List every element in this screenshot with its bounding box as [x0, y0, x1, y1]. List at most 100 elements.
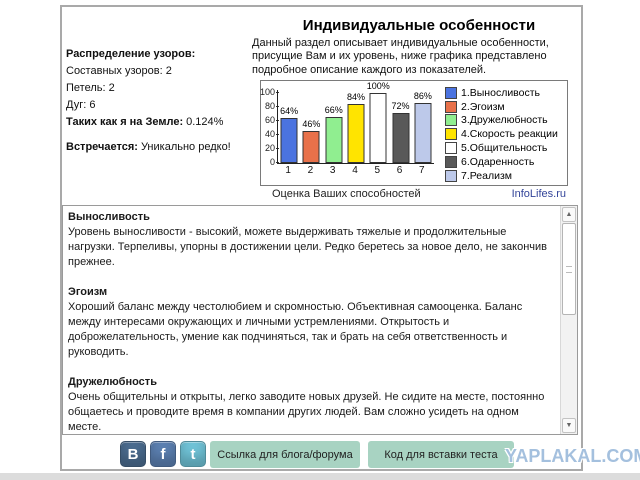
chart-caption-row: Оценка Ваших способностей InfoLifes.ru: [260, 188, 566, 200]
legend-label: 1.Выносливость: [461, 87, 540, 99]
legend-swatch: [445, 114, 457, 126]
result-paragraph: ВыносливостьУровень выносливости - высок…: [68, 210, 553, 270]
bottom-strip: [0, 473, 640, 480]
stat-composite-patterns: Составных узоров: 2: [66, 65, 252, 78]
chart-bar: [303, 131, 320, 163]
chart-caption: Оценка Ваших способностей: [260, 188, 421, 200]
stat-loops: Петель: 2: [66, 82, 252, 95]
result-heading: Выносливость: [68, 210, 553, 225]
chart-bar-column: 86%: [412, 90, 434, 163]
result-paragraph: ЭгоизмХороший баланс между честолюбием и…: [68, 285, 553, 360]
embed-code-button[interactable]: Код для вставки теста: [368, 441, 514, 468]
chart-bar: [325, 117, 342, 163]
legend-item: 1.Выносливость: [445, 86, 558, 100]
legend-item: 4.Скорость реакции: [445, 127, 558, 141]
chart-bar: [392, 113, 409, 163]
chart-bar-value-label: 86%: [414, 91, 432, 101]
legend-item: 3.Дружелюбность: [445, 114, 558, 128]
section-description: Данный раздел описывает индивидуальные о…: [252, 37, 586, 77]
scroll-down-button[interactable]: ▼: [562, 418, 576, 433]
pattern-stats-heading: Распределение узоров:: [66, 48, 252, 61]
stat-earth-share-label: Таких как я на Земле:: [66, 116, 183, 128]
legend-label: 2.Эгоизм: [461, 101, 505, 113]
chart-y-axis: 020406080100: [261, 90, 276, 163]
facebook-icon[interactable]: f: [150, 441, 176, 467]
chart-bar-value-label: 84%: [347, 92, 365, 102]
result-paragraph: ДружелюбностьОчень общительны и открыты,…: [68, 375, 553, 434]
stat-frequency-value: Уникально редко!: [141, 141, 231, 153]
chart-bar: [370, 93, 387, 163]
chart-y-tick: 20: [265, 144, 275, 153]
section-header: Индивидуальные особенности Данный раздел…: [252, 17, 586, 77]
legend-label: 6.Одаренность: [461, 156, 534, 168]
chart-bar: [281, 118, 298, 163]
stat-frequency: Встречается:Уникально редко!: [66, 141, 252, 154]
chart-bar: [414, 103, 431, 163]
chart-y-tick: 0: [270, 158, 275, 167]
chart-x-tick: 7: [411, 165, 433, 176]
legend-item: 5.Общительность: [445, 141, 558, 155]
abilities-bar-chart: 020406080100 64%46%66%84%100%72%86% 1234…: [260, 80, 568, 186]
chart-bar-value-label: 72%: [392, 101, 410, 111]
vk-icon[interactable]: В: [120, 441, 146, 467]
chart-y-tick: 40: [265, 130, 275, 139]
chart-y-tick: 60: [265, 116, 275, 125]
twitter-icon[interactable]: t: [180, 441, 206, 467]
chart-plot: 64% 46% 66% 84%100%72% 86%: [277, 90, 434, 164]
legend-label: 7.Реализм: [461, 170, 512, 182]
page: Распределение узоров: Составных узоров: …: [0, 0, 640, 480]
result-body: Хороший баланс между честолюбием и скром…: [68, 301, 522, 358]
stat-earth-share-value: 0.124%: [186, 116, 223, 128]
legend-swatch: [445, 142, 457, 154]
legend-item: 6.Одаренность: [445, 155, 558, 169]
legend-swatch: [445, 128, 457, 140]
chart-bar-column: 100%: [367, 90, 389, 163]
chart-bar-value-label: 100%: [367, 81, 390, 91]
chart-x-tick: 4: [344, 165, 366, 176]
pattern-stats-panel: Распределение узоров: Составных узоров: …: [66, 48, 252, 158]
legend-swatch: [445, 87, 457, 99]
legend-item: 2.Эгоизм: [445, 100, 558, 114]
legend-item: 7.Реализм: [445, 169, 558, 183]
chart-y-tick: 80: [265, 102, 275, 111]
result-heading: Дружелюбность: [68, 375, 553, 390]
chart-legend: 1.Выносливость 2.Эгоизм3.Дружелюбность 4.С…: [445, 86, 558, 183]
chart-bar-value-label: 66%: [325, 105, 343, 115]
chart-x-axis: 1234567: [277, 165, 433, 176]
infolifes-link[interactable]: InfoLifes.ru: [512, 188, 566, 200]
result-body: Очень общительны и открыты, легко заводи…: [68, 391, 544, 433]
chart-bar-column: 72%: [389, 90, 411, 163]
legend-swatch: [445, 170, 457, 182]
chart-bar-column: 64%: [278, 90, 300, 163]
results-content[interactable]: ВыносливостьУровень выносливости - высок…: [63, 206, 560, 434]
content-box: Распределение узоров: Составных узоров: …: [60, 5, 583, 471]
chart-bar: [347, 104, 364, 163]
chart-bar-column: 46%: [300, 90, 322, 163]
legend-swatch: [445, 101, 457, 113]
stat-arcs: Дуг: 6: [66, 99, 252, 112]
legend-label: 3.Дружелюбность: [461, 114, 548, 126]
scroll-up-button[interactable]: ▲: [562, 207, 576, 222]
chart-bar-value-label: 46%: [302, 119, 320, 129]
result-heading: Эгоизм: [68, 285, 553, 300]
legend-label: 5.Общительность: [461, 142, 547, 154]
scrollbar-thumb[interactable]: [562, 223, 576, 315]
legend-label: 4.Скорость реакции: [461, 128, 558, 140]
result-body: Уровень выносливости - высокий, можете в…: [68, 226, 547, 268]
chart-x-tick: 5: [366, 165, 388, 176]
legend-swatch: [445, 156, 457, 168]
yaplakal-watermark: YAPLAKAL.COM: [505, 446, 640, 467]
chart-x-tick: 6: [388, 165, 410, 176]
results-textarea: ВыносливостьУровень выносливости - высок…: [62, 205, 578, 435]
blog-link-button[interactable]: Ссылка для блога/форума: [210, 441, 360, 468]
chart-x-tick: 2: [299, 165, 321, 176]
chart-y-tick: 100: [260, 88, 275, 97]
stat-frequency-label: Встречается:: [66, 141, 138, 153]
chart-bar-column: 66%: [323, 90, 345, 163]
chart-bar-value-label: 64%: [280, 106, 298, 116]
chart-x-tick: 3: [322, 165, 344, 176]
chart-x-tick: 1: [277, 165, 299, 176]
stat-earth-share: Таких как я на Земле:0.124%: [66, 116, 252, 129]
page-title: Индивидуальные особенности: [252, 17, 586, 34]
results-scrollbar[interactable]: ▲ ▼: [560, 206, 577, 434]
